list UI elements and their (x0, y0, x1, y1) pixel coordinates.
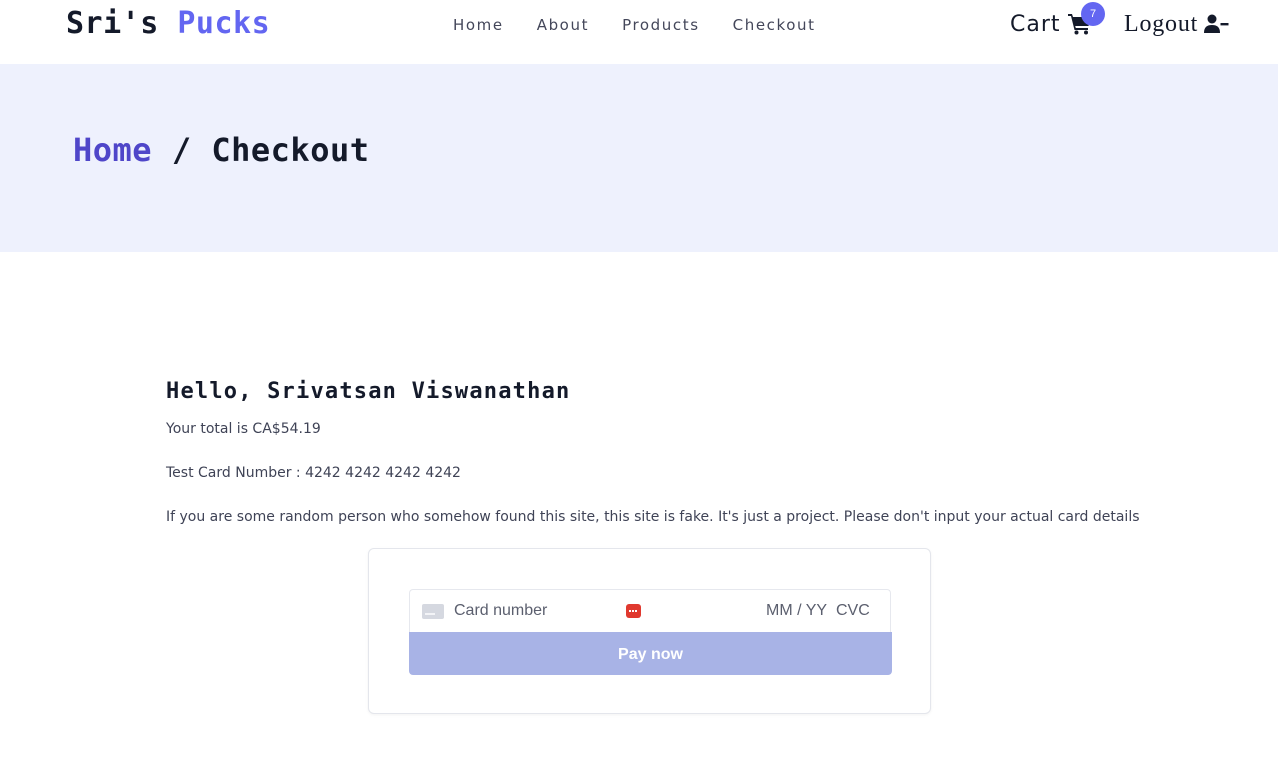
card-expiry-input[interactable]: MM / YY (766, 602, 827, 620)
site-header: Sri's Pucks Home About Products Checkout… (0, 0, 1278, 64)
disclaimer-text: If you are some random person who someho… (166, 509, 1140, 525)
card-cvc-input[interactable]: CVC (836, 602, 870, 620)
breadcrumb: Home / Checkout (73, 128, 369, 172)
nav-link-checkout[interactable]: Checkout (733, 14, 816, 36)
logout-label: Logout (1124, 10, 1199, 37)
nav-link-home[interactable]: Home (453, 14, 504, 36)
breadcrumb-separator: / (152, 131, 212, 169)
page-hero: Home / Checkout (0, 64, 1278, 252)
brand-logo[interactable]: Sri's Pucks (66, 5, 270, 43)
autofill-icon[interactable] (626, 604, 641, 618)
credit-card-icon (422, 604, 444, 619)
breadcrumb-home[interactable]: Home (73, 131, 152, 169)
pay-now-button[interactable]: Pay now (409, 632, 892, 675)
brand-name-part2: Pucks (177, 6, 271, 41)
greeting-heading: Hello, Srivatsan Viswanathan (166, 379, 571, 404)
cart-count-badge: 7 (1081, 2, 1105, 26)
cart-link[interactable]: Cart (1010, 8, 1092, 40)
breadcrumb-current: Checkout (211, 131, 370, 169)
nav-link-products[interactable]: Products (622, 14, 700, 36)
cart-label: Cart (1010, 11, 1061, 37)
user-minus-icon (1204, 14, 1229, 34)
brand-name-part1: Sri's (66, 6, 159, 41)
logout-link[interactable]: Logout (1124, 8, 1229, 40)
card-number-input[interactable]: Card number (454, 602, 547, 620)
order-total-text: Your total is CA$54.19 (166, 421, 321, 437)
main-nav: Home About Products Checkout (453, 14, 816, 36)
card-input-field[interactable]: Card number MM / YY CVC (409, 589, 891, 632)
nav-link-about[interactable]: About (537, 14, 589, 36)
payment-form: Card number MM / YY CVC Pay now (368, 548, 931, 714)
test-card-text: Test Card Number : 4242 4242 4242 4242 (166, 465, 461, 481)
